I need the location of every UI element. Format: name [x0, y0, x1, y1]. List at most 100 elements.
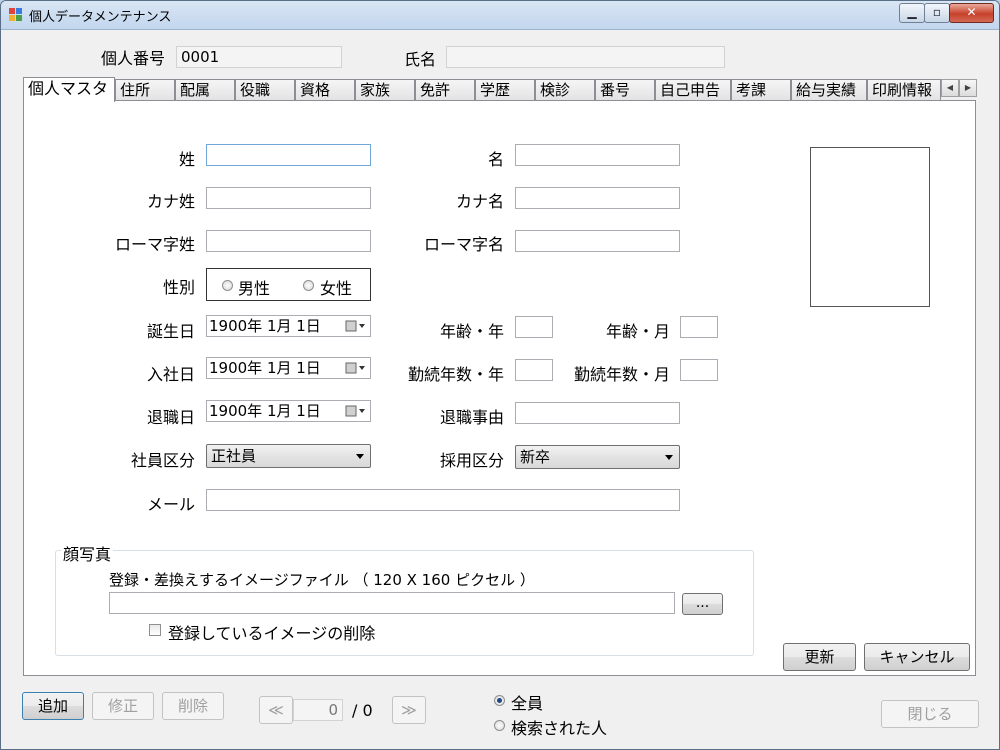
hire-type-select[interactable]: 新卒 [515, 445, 680, 469]
emp-type-value: 正社員 [211, 447, 257, 465]
tab-print-info[interactable]: 印刷情報 [867, 79, 941, 101]
photo-file-input[interactable] [109, 592, 675, 614]
all-radio[interactable] [494, 695, 505, 706]
tab-strip: 個人マスタ 住所 配属 役職 資格 家族 免許 学歴 検診 番号 自己申告 考課… [23, 77, 979, 102]
add-button[interactable]: 追加 [22, 692, 84, 720]
cancel-button[interactable]: キャンセル [864, 643, 970, 671]
close-window-button[interactable]: ✕ [949, 3, 994, 23]
retire-reason-label: 退職事由 [439, 408, 504, 427]
join-date-picker[interactable]: 1900年 1月 1日 [206, 357, 371, 379]
roma-mei-input[interactable] [515, 230, 680, 252]
arrow-right-icon: ▶ [964, 83, 972, 92]
service-month-label: 勤続年数・月 [573, 365, 670, 384]
minimize-icon: ▁ [907, 5, 917, 19]
photo-preview [810, 147, 930, 307]
roma-sei-input[interactable] [206, 230, 371, 252]
emp-type-select[interactable]: 正社員 [206, 444, 371, 468]
window-title: 個人データメンテナンス [29, 10, 172, 25]
sei-label: 姓 [178, 150, 195, 169]
tab-scroll-right-button[interactable]: ▶ [959, 79, 977, 97]
record-total-label: / 0 [352, 701, 373, 720]
name-field[interactable] [446, 46, 725, 68]
name-label: 氏名 [404, 50, 437, 69]
join-date-value: 1900年 1月 1日 [209, 359, 321, 377]
photo-file-label: 登録・差換えするイメージファイル （ 120 X 160 ピクセル ） [109, 571, 535, 589]
calendar-dropdown-icon [345, 362, 365, 374]
tab-salary-record[interactable]: 給与実績 [791, 79, 867, 101]
retire-date-value: 1900年 1月 1日 [209, 402, 321, 420]
male-label: 男性 [238, 279, 271, 298]
kana-sei-label: カナ姓 [146, 192, 195, 211]
tab-checkup[interactable]: 検診 [535, 79, 595, 101]
close-button[interactable]: 閉じる [881, 700, 979, 728]
tab-assignment[interactable]: 配属 [175, 79, 235, 101]
delete-image-checkbox[interactable] [149, 624, 161, 636]
searched-label: 検索された人 [511, 719, 608, 738]
person-id-label: 個人番号 [101, 49, 166, 68]
delete-button[interactable]: 削除 [162, 692, 224, 720]
calendar-dropdown-icon [345, 405, 365, 417]
kana-mei-input[interactable] [515, 187, 680, 209]
close-icon: ✕ [966, 5, 977, 19]
arrow-left-icon: ◀ [946, 83, 954, 92]
all-label: 全員 [511, 694, 544, 713]
record-position-field[interactable]: 0 [293, 699, 343, 721]
title-bar: 個人データメンテナンス ▁ ▫ ✕ [1, 1, 999, 30]
tab-education[interactable]: 学歴 [475, 79, 535, 101]
mail-label: メール [146, 495, 195, 514]
person-id-field[interactable]: 0001 [176, 46, 342, 68]
searched-radio[interactable] [494, 720, 505, 731]
age-year-input[interactable] [515, 316, 553, 338]
sei-input[interactable] [206, 144, 371, 166]
prev-record-button[interactable]: ≪ [259, 696, 293, 724]
tab-family[interactable]: 家族 [355, 79, 415, 101]
hire-type-value: 新卒 [520, 448, 551, 466]
tab-scroll-left-button[interactable]: ◀ [941, 79, 959, 97]
tab-license[interactable]: 免許 [415, 79, 475, 101]
next-record-button[interactable]: ≫ [392, 696, 426, 724]
birth-label: 誕生日 [146, 322, 195, 341]
photo-group-label: 顔写真 [61, 541, 114, 565]
age-month-input[interactable] [680, 316, 718, 338]
service-year-input[interactable] [515, 359, 553, 381]
mail-input[interactable] [206, 489, 680, 511]
male-radio[interactable] [222, 280, 233, 291]
mei-input[interactable] [515, 144, 680, 166]
tab-address[interactable]: 住所 [115, 79, 175, 101]
maximize-button[interactable]: ▫ [924, 3, 950, 23]
birth-date-value: 1900年 1月 1日 [209, 317, 321, 335]
tab-qualification[interactable]: 資格 [295, 79, 355, 101]
female-radio[interactable] [303, 280, 314, 291]
main-window: 個人データメンテナンス ▁ ▫ ✕ 個人番号 0001 氏名 個人マスタ 住所 … [0, 0, 1000, 750]
tab-number[interactable]: 番号 [595, 79, 655, 101]
tab-personal-master[interactable]: 個人マスタ [23, 77, 115, 102]
retire-reason-input[interactable] [515, 402, 680, 424]
tab-position[interactable]: 役職 [235, 79, 295, 101]
gender-group: 男性 女性 [206, 268, 371, 301]
age-year-label: 年齢・年 [439, 322, 504, 341]
retire-label: 退職日 [146, 408, 195, 427]
chevron-down-icon [356, 454, 364, 459]
join-label: 入社日 [146, 365, 195, 384]
tab-evaluation[interactable]: 考課 [731, 79, 791, 101]
service-year-label: 勤続年数・年 [407, 365, 504, 384]
birth-date-picker[interactable]: 1900年 1月 1日 [206, 315, 371, 337]
calendar-dropdown-icon [345, 320, 365, 332]
update-button[interactable]: 更新 [783, 643, 856, 671]
roma-mei-label: ローマ字名 [423, 235, 504, 254]
gender-label: 性別 [162, 278, 195, 297]
kana-mei-label: カナ名 [455, 192, 504, 211]
delete-image-label: 登録しているイメージの削除 [168, 624, 376, 643]
roma-sei-label: ローマ字姓 [114, 235, 195, 254]
minimize-button[interactable]: ▁ [899, 3, 925, 23]
hire-type-label: 採用区分 [439, 451, 504, 470]
kana-sei-input[interactable] [206, 187, 371, 209]
app-icon [9, 8, 23, 22]
browse-button[interactable]: ... [682, 593, 723, 615]
service-month-input[interactable] [680, 359, 718, 381]
maximize-icon: ▫ [932, 5, 942, 19]
retire-date-picker[interactable]: 1900年 1月 1日 [206, 400, 371, 422]
tab-self-report[interactable]: 自己申告 [655, 79, 731, 101]
edit-button[interactable]: 修正 [92, 692, 154, 720]
female-label: 女性 [320, 279, 353, 298]
